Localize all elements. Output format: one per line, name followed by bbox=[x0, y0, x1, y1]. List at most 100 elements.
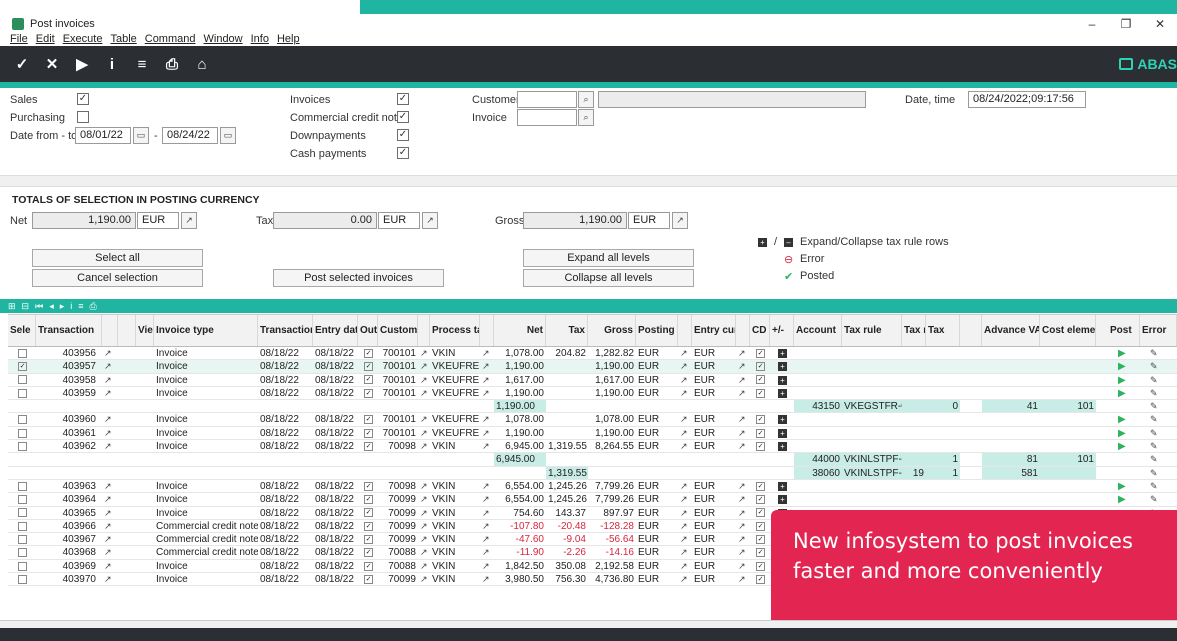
customer-field[interactable] bbox=[517, 91, 577, 108]
link-arrow-icon[interactable]: ↗ bbox=[418, 413, 430, 425]
col-plusminus[interactable]: +/- bbox=[770, 315, 794, 346]
link-arrow-icon[interactable]: ↗ bbox=[418, 520, 430, 532]
link-arrow-icon[interactable]: ↗ bbox=[678, 374, 692, 386]
row-select-checkbox[interactable] bbox=[16, 480, 30, 492]
menu-edit[interactable]: Edit bbox=[36, 33, 55, 45]
link-arrow-icon[interactable]: ↗ bbox=[480, 546, 494, 558]
link-arrow-icon[interactable]: ↗ bbox=[102, 374, 116, 386]
link-arrow-icon[interactable]: ↗ bbox=[418, 507, 430, 519]
link-arrow-icon[interactable]: ↗ bbox=[102, 360, 116, 372]
link-arrow-icon[interactable]: ↗ bbox=[418, 374, 430, 386]
minimize-button[interactable]: – bbox=[1075, 14, 1109, 34]
error-edit-icon[interactable]: ✎ bbox=[1148, 467, 1162, 479]
date-to-field[interactable]: 08/24/22 bbox=[162, 127, 218, 144]
link-arrow-icon[interactable]: ↗ bbox=[418, 440, 430, 452]
link-arrow-icon[interactable]: ↗ bbox=[102, 533, 116, 545]
link-arrow-icon[interactable]: ↗ bbox=[736, 546, 750, 558]
link-arrow-icon[interactable]: ↗ bbox=[480, 520, 494, 532]
link-arrow-icon[interactable]: ↗ bbox=[181, 212, 197, 229]
col-tax2[interactable]: Tax bbox=[926, 315, 960, 346]
link-arrow-icon[interactable]: ↗ bbox=[480, 360, 494, 372]
post-play-icon[interactable]: ▶ bbox=[1116, 374, 1130, 386]
tax-rule-subrow[interactable]: 1,190.00 43150VKEGSTFR-0-Z 0 41101 ✎ bbox=[8, 400, 1177, 414]
restore-button[interactable]: ❐ bbox=[1109, 14, 1143, 34]
error-edit-icon[interactable]: ✎ bbox=[1148, 360, 1162, 372]
col-transaction[interactable]: Transaction bbox=[36, 315, 102, 346]
link-arrow-icon[interactable]: ↗ bbox=[480, 480, 494, 492]
link-arrow-icon[interactable]: ↗ bbox=[736, 480, 750, 492]
error-edit-icon[interactable]: ✎ bbox=[1148, 347, 1162, 359]
col-error[interactable]: Error bbox=[1140, 315, 1177, 346]
link-arrow-icon[interactable]: ↗ bbox=[480, 374, 494, 386]
link-arrow-icon[interactable]: ↗ bbox=[736, 427, 750, 439]
post-play-icon[interactable]: ▶ bbox=[1116, 480, 1130, 492]
col-account[interactable]: Account bbox=[794, 315, 842, 346]
expand-row-icon[interactable]: + bbox=[776, 374, 790, 386]
link-arrow-icon[interactable]: ↗ bbox=[678, 440, 692, 452]
link-arrow-icon[interactable]: ↗ bbox=[102, 427, 116, 439]
link-arrow-icon[interactable]: ↗ bbox=[736, 374, 750, 386]
col-customer[interactable]: Custom bbox=[378, 315, 418, 346]
link-arrow-icon[interactable]: ↗ bbox=[678, 427, 692, 439]
link-arrow-icon[interactable]: ↗ bbox=[678, 387, 692, 399]
col-select[interactable]: Sele bbox=[8, 315, 36, 346]
post-play-icon[interactable]: ▶ bbox=[1116, 440, 1130, 452]
link-arrow-icon[interactable]: ↗ bbox=[418, 347, 430, 359]
col-cust-link[interactable] bbox=[418, 315, 430, 346]
table-row[interactable]: 403960 ↗ Invoice 08/18/22 08/18/22 ✓ 700101 ↗ VK… bbox=[8, 413, 1177, 427]
link-arrow-icon[interactable]: ↗ bbox=[418, 427, 430, 439]
expand-row-icon[interactable]: + bbox=[776, 440, 790, 452]
close-window-button[interactable]: ✕ bbox=[1143, 14, 1177, 34]
col-tax[interactable]: Tax bbox=[546, 315, 588, 346]
menu-lines-icon[interactable]: ≡ bbox=[130, 52, 154, 76]
link-arrow-icon[interactable]: ↗ bbox=[102, 507, 116, 519]
link-arrow-icon[interactable]: ↗ bbox=[678, 520, 692, 532]
link-arrow-icon[interactable]: ↗ bbox=[678, 573, 692, 585]
link-arrow-icon[interactable]: ↗ bbox=[102, 347, 116, 359]
col-pc-link[interactable] bbox=[678, 315, 692, 346]
link-arrow-icon[interactable]: ↗ bbox=[418, 533, 430, 545]
link-arrow-icon[interactable]: ↗ bbox=[102, 520, 116, 532]
col-net[interactable]: Net bbox=[494, 315, 546, 346]
error-edit-icon[interactable]: ✎ bbox=[1148, 387, 1162, 399]
row-select-checkbox[interactable]: ✓ bbox=[16, 360, 30, 372]
date-from-field[interactable]: 08/01/22 bbox=[75, 127, 131, 144]
row-select-checkbox[interactable] bbox=[16, 374, 30, 386]
link-arrow-icon[interactable]: ↗ bbox=[102, 560, 116, 572]
col-process-tax-rule[interactable]: Process tax rule bbox=[430, 315, 480, 346]
link-arrow-icon[interactable]: ↗ bbox=[678, 480, 692, 492]
expand-row-icon[interactable]: + bbox=[776, 493, 790, 505]
link-arrow-icon[interactable]: ↗ bbox=[480, 413, 494, 425]
expand-row-icon[interactable]: + bbox=[776, 347, 790, 359]
expand-row-icon[interactable]: + bbox=[776, 413, 790, 425]
link-arrow-icon[interactable]: ↗ bbox=[672, 212, 688, 229]
col-transaction-date[interactable]: Transaction date bbox=[258, 315, 313, 346]
col-cd[interactable]: CD bbox=[750, 315, 770, 346]
error-edit-icon[interactable]: ✎ bbox=[1148, 413, 1162, 425]
grid-expand-icon[interactable]: ⊞ bbox=[8, 301, 16, 312]
post-play-icon[interactable]: ▶ bbox=[1116, 360, 1130, 372]
grid-next-icon[interactable]: ▸ bbox=[60, 301, 65, 312]
link-arrow-icon[interactable]: ↗ bbox=[102, 493, 116, 505]
error-edit-icon[interactable]: ✎ bbox=[1148, 480, 1162, 492]
col-link[interactable] bbox=[102, 315, 118, 346]
collapse-all-levels-button[interactable]: Collapse all levels bbox=[523, 269, 694, 287]
table-row[interactable]: 403963 ↗ Invoice 08/18/22 08/18/22 ✓ 70098 ↗ VKI… bbox=[8, 480, 1177, 494]
col-entry-date[interactable]: Entry date bbox=[313, 315, 358, 346]
row-select-checkbox[interactable] bbox=[16, 427, 30, 439]
link-arrow-icon[interactable]: ↗ bbox=[480, 560, 494, 572]
menu-table[interactable]: Table bbox=[110, 33, 136, 45]
table-row[interactable]: 403961 ↗ Invoice 08/18/22 08/18/22 ✓ 700101 ↗ VK… bbox=[8, 427, 1177, 441]
link-arrow-icon[interactable]: ↗ bbox=[418, 546, 430, 558]
link-arrow-icon[interactable]: ↗ bbox=[102, 573, 116, 585]
col-blank[interactable] bbox=[118, 315, 136, 346]
select-all-button[interactable]: Select all bbox=[32, 249, 203, 267]
credit-notes-checkbox[interactable]: ✓ bbox=[397, 111, 409, 123]
link-arrow-icon[interactable]: ↗ bbox=[678, 507, 692, 519]
col-gross[interactable]: Gross bbox=[588, 315, 636, 346]
col-posting-currency[interactable]: Posting currency bbox=[636, 315, 678, 346]
tax-rule-subrow[interactable]: 1,319.55 38060VKINLSTPF-1-S191 581 ✎ bbox=[8, 466, 1177, 480]
error-edit-icon[interactable]: ✎ bbox=[1148, 493, 1162, 505]
calendar-icon[interactable]: ▭ bbox=[220, 127, 236, 144]
link-arrow-icon[interactable]: ↗ bbox=[418, 387, 430, 399]
